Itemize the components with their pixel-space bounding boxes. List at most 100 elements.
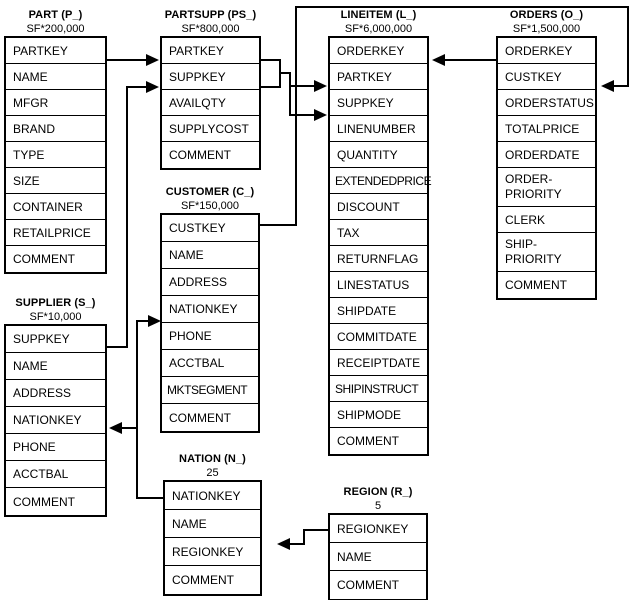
- column-part-type: TYPE: [6, 142, 105, 168]
- column-customer-mktsegment: MKTSEGMENT: [162, 377, 258, 404]
- table-customer-title: CUSTOMER (C_): [165, 186, 255, 198]
- table-partsupp: PARTSUPP (PS_) SF*800,000 PARTKEY SUPPKE…: [160, 8, 261, 170]
- column-region-name: NAME: [330, 543, 426, 571]
- arrowhead-lineitem-partkey: [314, 80, 327, 92]
- column-part-name: NAME: [6, 64, 105, 90]
- column-lineitem-tax: TAX: [330, 220, 427, 246]
- column-orders-orderstatus: ORDERSTATUS: [498, 90, 595, 116]
- column-part-partkey: PARTKEY: [6, 38, 105, 64]
- table-supplier: SUPPLIER (S_) SF*10,000 SUPPKEY NAME ADD…: [4, 296, 107, 517]
- column-supplier-address: ADDRESS: [6, 380, 105, 407]
- column-lineitem-linestatus: LINESTATUS: [330, 272, 427, 298]
- column-partsupp-partkey: PARTKEY: [162, 38, 259, 64]
- connector-part-to-partsupp: [107, 59, 147, 61]
- table-lineitem-box: ORDERKEY PARTKEY SUPPKEY LINENUMBER QUAN…: [328, 36, 432, 456]
- connector-supplier-to-partsupp: [126, 86, 147, 88]
- arrowhead-lineitem-suppkey: [314, 109, 327, 121]
- connector-partsupp-suppkey-exit: [261, 86, 281, 88]
- column-partsupp-suppkey: SUPPKEY: [162, 64, 259, 90]
- table-orders-box: ORDERKEY CUSTKEY ORDERSTATUS TOTALPRICE …: [496, 36, 597, 300]
- connector-nation-nationkey-exit: [136, 497, 165, 499]
- column-part-brand: BRAND: [6, 116, 105, 142]
- column-lineitem-suppkey: SUPPKEY: [330, 90, 427, 116]
- column-lineitem-partkey: PARTKEY: [330, 64, 427, 90]
- table-customer: CUSTOMER (C_) SF*150,000 CUSTKEY NAME AD…: [160, 185, 260, 433]
- column-partsupp-comment: COMMENT: [162, 142, 259, 168]
- column-orders-custkey: CUSTKEY: [498, 64, 595, 90]
- column-orders-orderpriority-line2: PRIORITY: [505, 187, 562, 201]
- column-supplier-suppkey: SUPPKEY: [6, 326, 105, 353]
- arrowhead-partsupp-suppkey: [146, 81, 159, 93]
- column-lineitem-shipmode: SHIPMODE: [330, 402, 427, 428]
- table-partsupp-cardinality: SF*800,000: [181, 23, 240, 35]
- table-region-title: REGION (R_): [343, 486, 413, 498]
- column-orders-orderpriority: ORDER- PRIORITY: [498, 168, 595, 207]
- column-part-mfgr: MFGR: [6, 90, 105, 116]
- column-lineitem-shipdate: SHIPDATE: [330, 298, 427, 324]
- column-orders-totalprice: TOTALPRICE: [498, 116, 595, 142]
- column-orders-orderpriority-line1: ORDER-: [505, 172, 553, 186]
- column-lineitem-returnflag: RETURNFLAG: [330, 246, 427, 272]
- column-orders-shippriority: SHIP- PRIORITY: [498, 233, 595, 272]
- connector-nation-trunk: [136, 320, 138, 499]
- table-part-box: PARTKEY NAME MFGR BRAND TYPE SIZE CONTAI…: [4, 36, 107, 274]
- connector-customer-top-run: [295, 6, 629, 8]
- column-lineitem-comment: COMMENT: [330, 428, 427, 454]
- column-part-size: SIZE: [6, 168, 105, 194]
- table-partsupp-box: PARTKEY SUPPKEY AVAILQTY SUPPLYCOST COMM…: [160, 36, 261, 170]
- column-region-regionkey: REGIONKEY: [330, 515, 426, 543]
- column-orders-clerk: CLERK: [498, 207, 595, 233]
- column-partsupp-availqty: AVAILQTY: [162, 90, 259, 116]
- column-lineitem-orderkey: ORDERKEY: [330, 38, 427, 64]
- table-supplier-cardinality: SF*10,000: [29, 311, 82, 323]
- column-orders-shippriority-line1: SHIP-: [505, 237, 538, 251]
- column-supplier-phone: PHONE: [6, 434, 105, 461]
- column-partsupp-supplycost: SUPPLYCOST: [162, 116, 259, 142]
- table-orders-cardinality: SF*1,500,000: [512, 23, 581, 35]
- column-orders-comment: COMMENT: [498, 272, 595, 298]
- arrowhead-supplier-nationkey: [109, 422, 122, 434]
- column-customer-name: NAME: [162, 242, 258, 269]
- column-customer-custkey: CUSTKEY: [162, 215, 258, 242]
- column-customer-comment: COMMENT: [162, 404, 258, 431]
- table-nation: NATION (N_) 25 NATIONKEY NAME REGIONKEY …: [163, 452, 262, 596]
- arrowhead-partsupp-partkey: [146, 54, 159, 66]
- column-lineitem-extendedprice: EXTENDEDPRICE: [330, 168, 432, 194]
- column-customer-phone: PHONE: [162, 323, 258, 350]
- column-part-comment: COMMENT: [6, 246, 105, 272]
- arrowhead-nation-regionkey: [277, 538, 290, 550]
- column-nation-nationkey: NATIONKEY: [165, 482, 260, 510]
- table-lineitem-cardinality: SF*6,000,000: [344, 23, 413, 35]
- connector-to-lineitem-suppkey: [289, 114, 315, 116]
- table-nation-title: NATION (N_): [179, 453, 246, 465]
- table-part-title: PART (P_): [28, 9, 83, 21]
- table-lineitem-title: LINEITEM (L_): [340, 9, 417, 21]
- table-part-cardinality: SF*200,000: [26, 23, 85, 35]
- column-orders-orderkey: ORDERKEY: [498, 38, 595, 64]
- connector-supplier-nationkey-drop: [136, 427, 138, 429]
- table-lineitem: LINEITEM (L_) SF*6,000,000 ORDERKEY PART…: [328, 8, 432, 456]
- column-lineitem-linenumber: LINENUMBER: [330, 116, 427, 142]
- connector-to-nation-regionkey: [290, 543, 305, 545]
- table-nation-box: NATIONKEY NAME REGIONKEY COMMENT: [163, 480, 262, 596]
- table-orders: ORDERS (O_) SF*1,500,000 ORDERKEY CUSTKE…: [496, 8, 597, 300]
- connector-lineitem-split-bracket: [289, 72, 291, 116]
- table-region-box: REGIONKEY NAME COMMENT: [328, 513, 428, 600]
- column-part-retailprice: RETAILPRICE: [6, 220, 105, 246]
- column-lineitem-shipinstruct: SHIPINSTRUCT: [330, 376, 427, 402]
- column-customer-nationkey: NATIONKEY: [162, 296, 258, 323]
- connector-customer-custkey-exit: [259, 224, 297, 226]
- table-customer-cardinality: SF*150,000: [180, 200, 240, 212]
- column-region-comment: COMMENT: [330, 571, 426, 599]
- connector-supplier-suppkey-riser: [126, 86, 128, 348]
- connector-supplier-suppkey-exit: [107, 346, 128, 348]
- table-partsupp-title: PARTSUPP (PS_): [164, 9, 257, 21]
- table-region-cardinality: 5: [374, 500, 382, 512]
- arrowhead-customer-nationkey: [148, 315, 161, 327]
- connector-to-orders-custkey: [614, 85, 629, 87]
- connector-to-lineitem-partkey: [289, 85, 315, 87]
- connector-region-regionkey-exit: [303, 529, 330, 531]
- column-supplier-nationkey: NATIONKEY: [6, 407, 105, 434]
- column-lineitem-commitdate: COMMITDATE: [330, 324, 427, 350]
- column-customer-address: ADDRESS: [162, 269, 258, 296]
